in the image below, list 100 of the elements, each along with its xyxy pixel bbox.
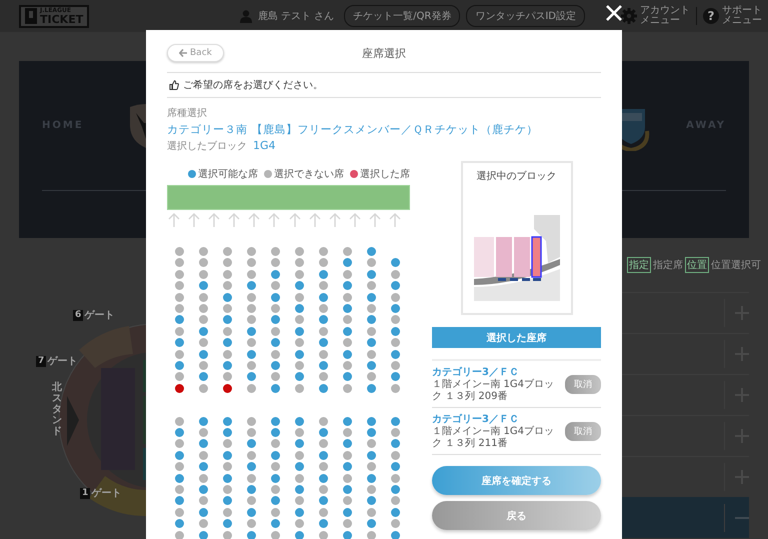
available-seat[interactable] bbox=[198, 326, 208, 336]
available-seat[interactable] bbox=[270, 384, 280, 393]
available-seat[interactable] bbox=[294, 350, 304, 359]
available-seat[interactable] bbox=[246, 530, 256, 539]
available-seat[interactable] bbox=[174, 428, 184, 438]
available-seat[interactable] bbox=[270, 315, 280, 324]
available-seat[interactable] bbox=[270, 338, 280, 348]
available-seat[interactable] bbox=[366, 292, 376, 302]
available-seat[interactable] bbox=[270, 496, 280, 506]
available-seat[interactable] bbox=[246, 508, 256, 517]
available-seat[interactable] bbox=[390, 485, 400, 494]
available-seat[interactable] bbox=[366, 247, 376, 256]
available-seat[interactable] bbox=[198, 462, 208, 472]
available-seat[interactable] bbox=[342, 462, 352, 472]
available-seat[interactable] bbox=[198, 416, 208, 426]
cancel-button[interactable]: 取消 bbox=[565, 422, 601, 440]
available-seat[interactable] bbox=[294, 416, 304, 426]
available-seat[interactable] bbox=[174, 315, 184, 324]
available-seat[interactable] bbox=[342, 485, 352, 494]
close-icon[interactable] bbox=[605, 4, 623, 22]
available-seat[interactable] bbox=[342, 439, 352, 448]
available-seat[interactable] bbox=[222, 338, 232, 348]
available-seat[interactable] bbox=[294, 304, 304, 313]
cancel-button[interactable]: 取消 bbox=[565, 374, 601, 394]
available-seat[interactable] bbox=[270, 474, 280, 483]
available-seat[interactable] bbox=[294, 485, 304, 494]
header-button[interactable]: ワンタッチパスID設定 bbox=[466, 5, 585, 27]
available-seat[interactable] bbox=[318, 292, 328, 302]
available-seat[interactable] bbox=[366, 360, 376, 370]
selected-seat[interactable] bbox=[174, 384, 184, 393]
menu-label[interactable]: サポート メニュー bbox=[722, 6, 762, 26]
available-seat[interactable] bbox=[198, 530, 208, 539]
available-seat[interactable] bbox=[246, 462, 256, 472]
available-seat[interactable] bbox=[270, 360, 280, 370]
available-seat[interactable] bbox=[294, 530, 304, 539]
available-seat[interactable] bbox=[318, 315, 328, 324]
available-seat[interactable] bbox=[294, 326, 304, 336]
available-seat[interactable] bbox=[246, 485, 256, 494]
available-seat[interactable] bbox=[222, 315, 232, 324]
available-seat[interactable] bbox=[366, 384, 376, 393]
available-seat[interactable] bbox=[342, 304, 352, 313]
available-seat[interactable] bbox=[198, 281, 208, 290]
available-seat[interactable] bbox=[318, 270, 328, 279]
available-seat[interactable] bbox=[270, 450, 280, 460]
available-seat[interactable] bbox=[318, 360, 328, 370]
available-seat[interactable] bbox=[342, 350, 352, 359]
available-seat[interactable] bbox=[294, 439, 304, 448]
available-seat[interactable] bbox=[342, 372, 352, 382]
available-seat[interactable] bbox=[222, 519, 232, 528]
available-seat[interactable] bbox=[198, 485, 208, 494]
available-seat[interactable] bbox=[390, 439, 400, 448]
available-seat[interactable] bbox=[342, 416, 352, 426]
available-seat[interactable] bbox=[198, 372, 208, 382]
available-seat[interactable] bbox=[246, 372, 256, 382]
available-seat[interactable] bbox=[198, 350, 208, 359]
available-seat[interactable] bbox=[270, 416, 280, 426]
available-seat[interactable] bbox=[222, 416, 232, 426]
available-seat[interactable] bbox=[390, 304, 400, 313]
available-seat[interactable] bbox=[318, 428, 328, 438]
available-seat[interactable] bbox=[366, 474, 376, 483]
available-seat[interactable] bbox=[342, 530, 352, 539]
available-seat[interactable] bbox=[390, 530, 400, 539]
available-seat[interactable] bbox=[318, 450, 328, 460]
available-seat[interactable] bbox=[270, 428, 280, 438]
available-seat[interactable] bbox=[222, 474, 232, 483]
available-seat[interactable] bbox=[366, 519, 376, 528]
available-seat[interactable] bbox=[366, 270, 376, 279]
available-seat[interactable] bbox=[366, 450, 376, 460]
available-seat[interactable] bbox=[366, 338, 376, 348]
available-seat[interactable] bbox=[366, 428, 376, 438]
available-seat[interactable] bbox=[318, 519, 328, 528]
back-button[interactable]: Back bbox=[167, 44, 224, 62]
available-seat[interactable] bbox=[318, 474, 328, 483]
available-seat[interactable] bbox=[174, 450, 184, 460]
available-seat[interactable] bbox=[390, 372, 400, 382]
available-seat[interactable] bbox=[390, 326, 400, 336]
selected-seat[interactable] bbox=[222, 384, 232, 393]
available-seat[interactable] bbox=[174, 360, 184, 370]
help-icon[interactable]: ? bbox=[703, 8, 719, 24]
available-seat[interactable] bbox=[390, 258, 400, 268]
available-seat[interactable] bbox=[366, 315, 376, 324]
available-seat[interactable] bbox=[198, 439, 208, 448]
available-seat[interactable] bbox=[174, 496, 184, 506]
available-seat[interactable] bbox=[318, 338, 328, 348]
available-seat[interactable] bbox=[246, 281, 256, 290]
available-seat[interactable] bbox=[222, 496, 232, 506]
available-seat[interactable] bbox=[222, 292, 232, 302]
available-seat[interactable] bbox=[342, 326, 352, 336]
available-seat[interactable] bbox=[390, 416, 400, 426]
available-seat[interactable] bbox=[390, 508, 400, 517]
available-seat[interactable] bbox=[246, 350, 256, 359]
available-seat[interactable] bbox=[246, 439, 256, 448]
available-seat[interactable] bbox=[342, 508, 352, 517]
menu-label[interactable]: アカウント メニュー bbox=[640, 6, 690, 26]
available-seat[interactable] bbox=[294, 462, 304, 472]
available-seat[interactable] bbox=[318, 384, 328, 393]
available-seat[interactable] bbox=[222, 428, 232, 438]
available-seat[interactable] bbox=[174, 474, 184, 483]
confirm-button[interactable]: 座席を確定する bbox=[432, 466, 601, 495]
available-seat[interactable] bbox=[222, 360, 232, 370]
